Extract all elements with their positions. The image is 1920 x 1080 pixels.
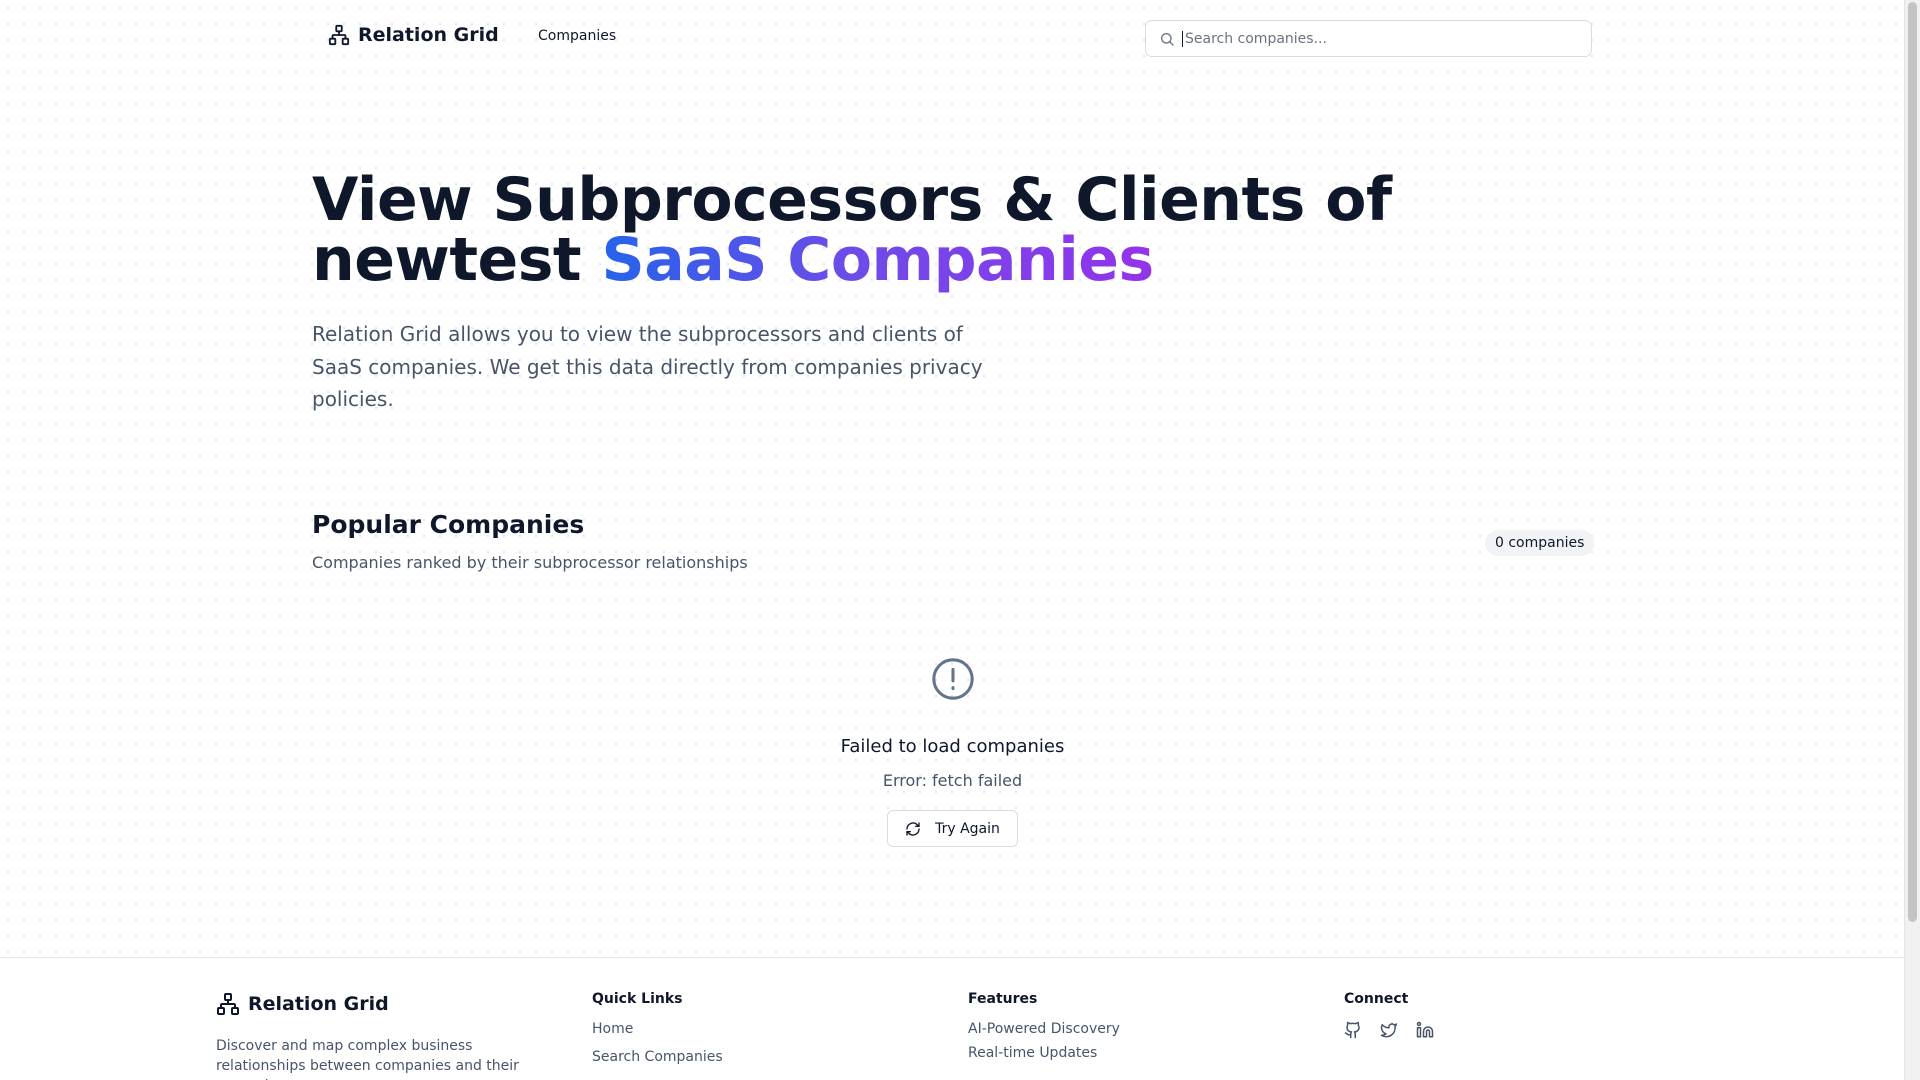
features-heading: Features — [968, 991, 1038, 1007]
network-icon — [328, 24, 350, 46]
twitter-icon[interactable] — [1380, 1021, 1398, 1039]
footer-brand-link[interactable]: Relation Grid — [216, 992, 389, 1016]
footer-link-realtime-updates[interactable]: Real-time Updates — [968, 1045, 1120, 1061]
companies-count-badge: 0 companies — [1485, 530, 1595, 556]
popular-companies-title: Popular Companies — [312, 510, 585, 539]
page: Relation Grid Companies View Subprocesso… — [0, 0, 1905, 1080]
alert-circle-icon — [930, 656, 976, 702]
site-header: Relation Grid Companies — [0, 0, 1905, 78]
nav-companies-link[interactable]: Companies — [538, 28, 616, 44]
try-again-label: Try Again — [935, 820, 1000, 837]
brand-logo-link[interactable]: Relation Grid — [328, 24, 499, 46]
github-icon[interactable] — [1344, 1021, 1362, 1039]
footer-link-home[interactable]: Home — [592, 1021, 723, 1037]
try-again-button[interactable]: Try Again — [887, 810, 1018, 847]
search-input[interactable] — [1182, 30, 1585, 47]
scrollbar-thumb[interactable] — [1908, 2, 1917, 922]
footer-connect: Connect — [1344, 991, 1434, 1039]
network-icon — [216, 992, 240, 1016]
footer-link-ai-discovery[interactable]: AI-Powered Discovery — [968, 1021, 1120, 1037]
search-box[interactable] — [1145, 20, 1592, 57]
hero-title: View Subprocessors & Clients of newtest … — [312, 170, 1512, 290]
linkedin-icon[interactable] — [1416, 1021, 1434, 1039]
footer-link-search-companies[interactable]: Search Companies — [592, 1049, 723, 1065]
site-footer: Relation Grid Discover and map complex b… — [0, 957, 1905, 1080]
footer-quick-links: Quick Links Home Search Companies — [592, 991, 723, 1077]
brand-name: Relation Grid — [358, 24, 499, 46]
hero-description: Relation Grid allows you to view the sub… — [312, 322, 983, 411]
connect-heading: Connect — [1344, 991, 1409, 1007]
footer-brand-name: Relation Grid — [248, 993, 389, 1015]
footer-description: Discover and map complex business relati… — [216, 1038, 519, 1080]
footer-features: Features AI-Powered Discovery Real-time … — [968, 991, 1120, 1069]
error-title: Failed to load companies — [840, 736, 1065, 757]
search-icon — [1159, 31, 1175, 47]
page-scrollbar[interactable] — [1904, 0, 1920, 1080]
refresh-icon — [905, 821, 921, 837]
error-message: Error: fetch failed — [882, 771, 1023, 790]
popular-companies-subtitle: Companies ranked by their subprocessor r… — [312, 553, 748, 572]
hero-title-highlight: SaaS Companies — [601, 225, 1155, 295]
social-links — [1344, 1021, 1434, 1039]
quick-links-heading: Quick Links — [592, 991, 683, 1007]
